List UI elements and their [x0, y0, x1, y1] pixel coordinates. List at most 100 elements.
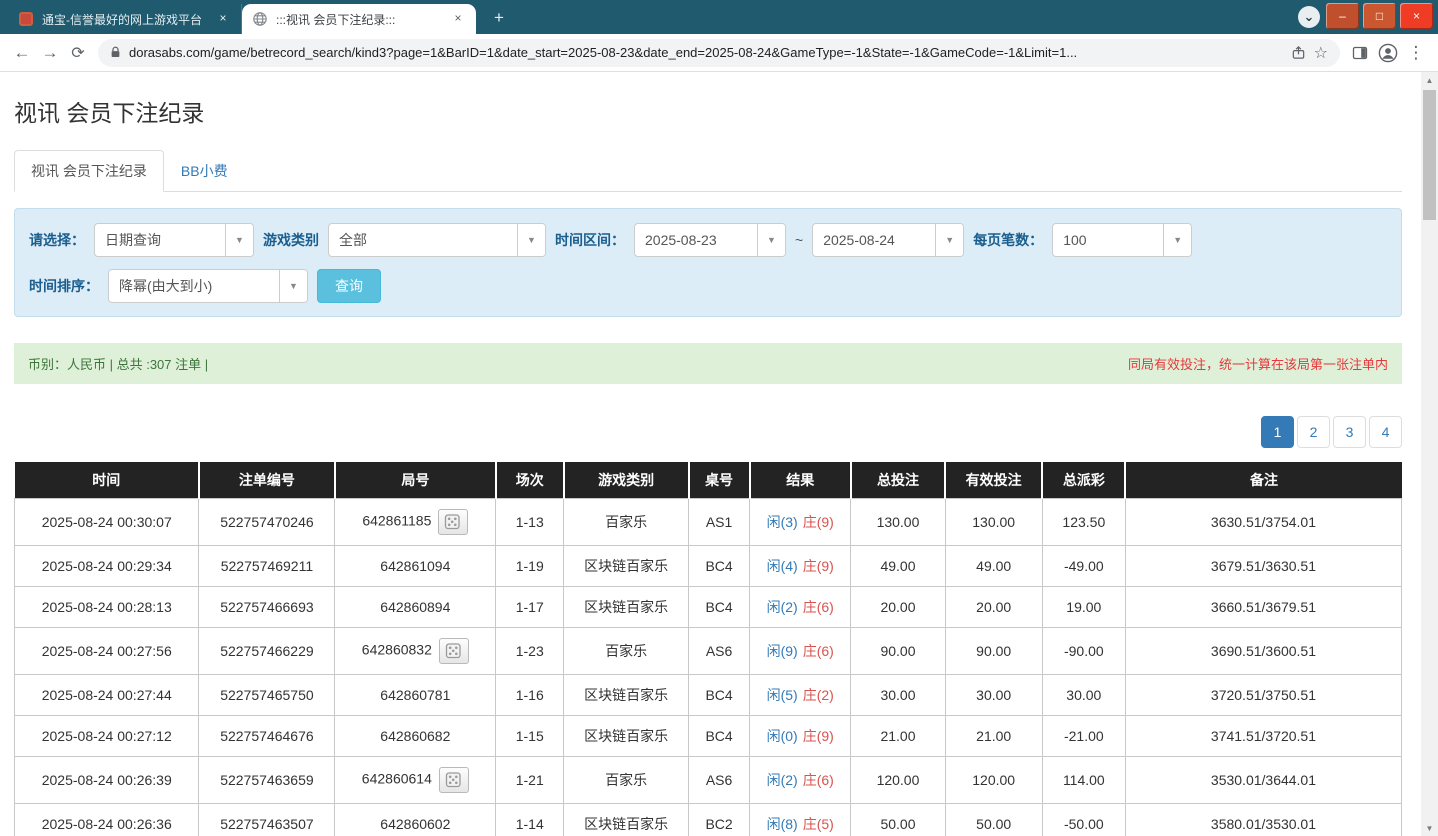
page-button-1[interactable]: 1 — [1261, 416, 1294, 448]
round-number: 642860781 — [380, 687, 451, 703]
result-player: 闲(9) — [766, 643, 798, 659]
cell-payout: -21.00 — [1041, 715, 1126, 757]
browser-menu-icon[interactable]: ⋮ — [1402, 39, 1430, 67]
cell-time: 2025-08-24 00:27:56 — [13, 627, 200, 675]
page-button-2[interactable]: 2 — [1297, 416, 1330, 448]
refresh-icon[interactable]: ⟳ — [64, 39, 92, 67]
page-size-label: 每页笔数： — [973, 232, 1044, 248]
result-banker: 庄(9) — [802, 728, 834, 744]
cell-total-bet[interactable]: 30.00 — [850, 674, 946, 716]
result-banker: 庄(6) — [802, 643, 834, 659]
date-end-select[interactable]: 2025-08-24 ▼ — [812, 223, 965, 257]
result-banker: 庄(5) — [802, 816, 834, 832]
scroll-up-icon[interactable]: ▲ — [1421, 72, 1438, 88]
currency-total-text: 币别：人民币 | 总共 :307 注单 | — [28, 357, 209, 372]
cell-total-bet[interactable]: 90.00 — [850, 627, 946, 675]
cell-payout: -90.00 — [1041, 627, 1126, 675]
cell-game-type: 区块链百家乐 — [563, 674, 690, 716]
cell-valid-bet: 49.00 — [944, 545, 1043, 587]
column-header: 有效投注 — [944, 462, 1043, 499]
search-button[interactable]: 查询 — [317, 269, 381, 303]
cell-total-bet[interactable]: 130.00 — [850, 498, 946, 546]
cell-note: 3660.51/3679.51 — [1124, 586, 1403, 628]
cell-result: 闲(5) 庄(2) — [749, 674, 852, 716]
cell-valid-bet: 120.00 — [944, 756, 1043, 804]
round-number: 642861094 — [380, 558, 451, 574]
tab-close-icon[interactable]: × — [215, 11, 231, 27]
page-size-select[interactable]: 100 ▼ — [1052, 223, 1193, 257]
column-header: 场次 — [494, 462, 564, 499]
cell-total-bet[interactable]: 49.00 — [850, 545, 946, 587]
cell-round-no: 642860614 — [334, 756, 497, 804]
game-replay-icon[interactable] — [438, 509, 469, 535]
caret-down-icon[interactable]: ▼ — [225, 224, 253, 256]
site-logo-favicon — [18, 11, 34, 27]
cell-session: 1-13 — [495, 498, 565, 546]
bet-record-row: 2025-08-24 00:26:36 522757463507 642860602… — [13, 803, 1403, 836]
bet-record-row: 2025-08-24 00:27:44 522757465750 642860781… — [13, 674, 1403, 716]
address-bar[interactable]: dorasabs.com/game/betrecord_search/kind3… — [98, 38, 1340, 67]
game-replay-icon[interactable] — [438, 767, 469, 793]
scrollbar-thumb[interactable] — [1423, 90, 1436, 220]
cell-total-bet[interactable]: 50.00 — [850, 803, 946, 836]
cell-note: 3690.51/3600.51 — [1124, 627, 1403, 675]
cell-bet-no: 522757469211 — [198, 545, 336, 587]
cell-session: 1-19 — [495, 545, 565, 587]
result-player: 闲(2) — [766, 599, 798, 615]
sort-order-select[interactable]: 降幂(由大到小) ▼ — [108, 269, 308, 303]
page-button-4[interactable]: 4 — [1369, 416, 1402, 448]
cell-game-type: 区块链百家乐 — [563, 715, 690, 757]
page-scrollbar[interactable]: ▲ ▼ — [1421, 72, 1438, 836]
select-type-label: 请选择： — [29, 232, 85, 248]
bet-record-row: 2025-08-24 00:28:13 522757466693 642860894… — [13, 586, 1403, 628]
scroll-down-icon[interactable]: ▼ — [1421, 820, 1438, 836]
browser-tab-active[interactable]: :::视讯 会员下注纪录::: × — [242, 4, 476, 34]
cell-total-bet[interactable]: 21.00 — [850, 715, 946, 757]
caret-down-icon[interactable]: ▼ — [757, 224, 785, 256]
back-icon[interactable]: ← — [8, 39, 36, 67]
browser-tab-inactive[interactable]: 通宝-信誉最好的网上游戏平台 × — [8, 4, 242, 34]
caret-down-icon[interactable]: ▼ — [517, 224, 545, 256]
cell-session: 1-23 — [495, 627, 565, 675]
result-player: 闲(4) — [766, 558, 798, 574]
page-button-3[interactable]: 3 — [1333, 416, 1366, 448]
forward-icon[interactable]: → — [36, 39, 64, 67]
game-replay-icon[interactable] — [438, 638, 469, 664]
column-header: 结果 — [748, 462, 851, 499]
round-number: 642860894 — [380, 599, 451, 615]
window-close-button[interactable]: × — [1400, 3, 1433, 29]
url-text[interactable]: dorasabs.com/game/betrecord_search/kind3… — [129, 45, 1283, 60]
cell-total-bet[interactable]: 120.00 — [850, 756, 946, 804]
window-maximize-button[interactable]: □ — [1363, 3, 1396, 29]
cell-game-type: 区块链百家乐 — [563, 586, 690, 628]
cell-table-no: BC4 — [688, 586, 751, 628]
share-icon[interactable] — [1291, 45, 1306, 61]
side-panel-icon[interactable] — [1346, 39, 1374, 67]
window-minimize-button[interactable]: – — [1326, 3, 1359, 29]
new-tab-button[interactable]: + — [486, 5, 512, 31]
bookmark-star-icon[interactable]: ☆ — [1314, 43, 1328, 63]
pagination: 1234 — [14, 416, 1402, 448]
date-start-value: 2025-08-23 — [645, 232, 717, 248]
game-type-select[interactable]: 全部 ▼ — [328, 223, 546, 257]
bet-record-row: 2025-08-24 00:30:07 522757470246 642861185… — [13, 498, 1403, 546]
caret-down-icon[interactable]: ▼ — [935, 224, 964, 256]
column-header: 游戏类别 — [562, 462, 689, 499]
round-number: 642860614 — [361, 770, 432, 787]
cell-table-no: BC4 — [688, 715, 751, 757]
tab-bet-records[interactable]: 视讯 会员下注纪录 — [14, 150, 164, 192]
query-type-select[interactable]: 日期查询 ▼ — [94, 223, 254, 257]
cell-valid-bet: 130.00 — [944, 498, 1043, 546]
tab-close-icon[interactable]: × — [450, 11, 466, 27]
cell-valid-bet: 21.00 — [944, 715, 1043, 757]
round-number: 642860682 — [380, 728, 451, 744]
caret-down-icon[interactable]: ▼ — [1163, 224, 1192, 256]
tab-search-chevron-icon[interactable]: ⌄ — [1298, 6, 1320, 28]
profile-avatar-icon[interactable] — [1374, 39, 1402, 67]
tab-bb-tips[interactable]: BB小费 — [164, 150, 245, 192]
cell-payout: -50.00 — [1041, 803, 1126, 836]
cell-total-bet[interactable]: 20.00 — [850, 586, 946, 628]
cell-bet-no: 522757464676 — [198, 715, 336, 757]
caret-down-icon[interactable]: ▼ — [279, 270, 307, 302]
date-start-select[interactable]: 2025-08-23 ▼ — [634, 223, 786, 257]
